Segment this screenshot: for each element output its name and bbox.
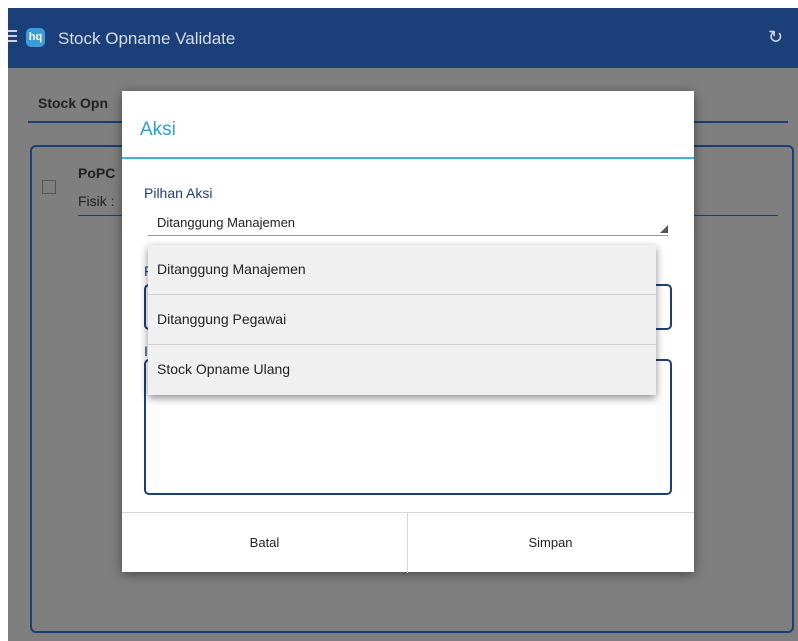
screen: hq Stock Opname Validate ↻ Stock Opn PoP… bbox=[8, 8, 798, 641]
pilihan-aksi-label: Pilhan Aksi bbox=[144, 185, 213, 201]
refresh-icon[interactable]: ↻ bbox=[768, 28, 786, 46]
dropdown-option-label: Ditanggung Pegawai bbox=[157, 311, 287, 327]
cancel-button[interactable]: Batal bbox=[122, 513, 408, 573]
item-fisik-label: Fisik : bbox=[78, 193, 115, 209]
menu-icon[interactable] bbox=[8, 30, 20, 46]
content-tab-label: Stock Opn bbox=[38, 95, 109, 111]
aksi-dropdown-menu: Ditanggung Manajemen Ditanggung Pegawai … bbox=[148, 245, 656, 395]
select-value: Ditanggung Manajemen bbox=[157, 215, 296, 230]
item-name: PoPC bbox=[78, 165, 116, 181]
dropdown-option[interactable]: Ditanggung Manajemen bbox=[148, 245, 656, 295]
item-checkbox[interactable] bbox=[42, 180, 56, 194]
pilihan-aksi-select[interactable]: Ditanggung Manajemen bbox=[148, 211, 668, 236]
dropdown-option-label: Ditanggung Manajemen bbox=[157, 261, 306, 277]
dropdown-option[interactable]: Stock Opname Ulang bbox=[148, 345, 656, 394]
dialog-footer: Batal Simpan bbox=[122, 512, 694, 573]
save-button[interactable]: Simpan bbox=[408, 513, 693, 573]
app-title: Stock Opname Validate bbox=[58, 29, 236, 48]
dropdown-option[interactable]: Ditanggung Pegawai bbox=[148, 295, 656, 345]
dialog-title-divider bbox=[122, 157, 694, 159]
app-bar: hq Stock Opname Validate ↻ bbox=[8, 8, 798, 68]
dropdown-option-label: Stock Opname Ulang bbox=[157, 361, 291, 377]
dialog-title: Aksi bbox=[140, 119, 176, 140]
dropdown-caret-icon bbox=[660, 225, 668, 233]
app-logo: hq bbox=[26, 28, 45, 47]
